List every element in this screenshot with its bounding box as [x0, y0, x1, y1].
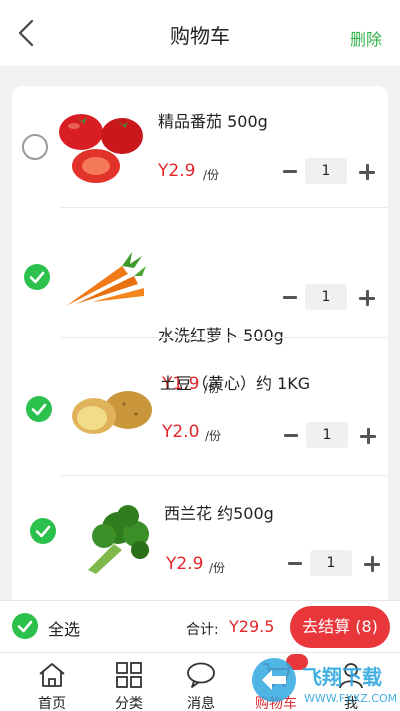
check-icon [35, 525, 51, 538]
cart-item: 精品番茄 500g Y2.9 /份 1 [12, 86, 388, 208]
cart-list: 精品番茄 500g Y2.9 /份 1 水洗红萝卜 500g Y1.9 /份 1 [12, 86, 388, 606]
tab-label: 消息 [187, 696, 215, 711]
checkout-button[interactable]: 去结算 (8) [290, 606, 390, 648]
qty-field[interactable]: 1 [310, 550, 352, 576]
item-name: 精品番茄 500g [158, 112, 268, 131]
check-icon [29, 271, 45, 284]
item-checkbox-checked[interactable] [26, 396, 52, 422]
tomato-image [59, 114, 143, 183]
item-unit: /份 [203, 168, 220, 182]
decrease-qty-button[interactable] [283, 170, 297, 173]
tab-label: 分类 [115, 696, 143, 711]
tab-label: 首页 [38, 696, 66, 711]
cart-item: 西兰花 约500g Y2.9 /份 1 [12, 476, 388, 606]
item-checkbox-checked[interactable] [24, 264, 50, 290]
grid-icon [116, 662, 142, 688]
check-icon [31, 403, 47, 416]
total-amount: Y29.5 [229, 617, 275, 636]
potato-image [72, 391, 152, 434]
total-label: 合计: [186, 622, 219, 638]
item-price: Y2.9 [166, 554, 204, 574]
svg-text:飞翔下载: 飞翔下载 [302, 665, 382, 689]
checkout-bar: 全选 合计: Y29.5 去结算 (8) [0, 600, 400, 652]
chat-icon [187, 662, 215, 688]
qty-field[interactable]: 1 [305, 284, 347, 310]
delete-button[interactable]: 删除 [350, 26, 382, 50]
increase-qty-button[interactable] [364, 556, 380, 572]
decrease-qty-button[interactable] [288, 562, 302, 565]
home-icon [39, 663, 65, 687]
carrot-image [66, 252, 146, 306]
tab-home[interactable]: 首页 [17, 653, 87, 711]
page-title: 购物车 [170, 24, 230, 48]
decrease-qty-button[interactable] [283, 296, 297, 299]
item-checkbox-unchecked[interactable] [22, 134, 48, 160]
tab-category[interactable]: 分类 [94, 653, 164, 711]
increase-qty-button[interactable] [359, 164, 375, 180]
item-price: Y2.9 [158, 161, 196, 181]
decrease-qty-button[interactable] [284, 434, 298, 437]
qty-field[interactable]: 1 [305, 158, 347, 184]
tab-messages[interactable]: 消息 [166, 653, 236, 711]
top-bar: 购物车 删除 [0, 0, 400, 66]
cart-item: 水洗红萝卜 500g Y1.9 /份 1 [12, 208, 388, 395]
item-unit: /份 [209, 561, 226, 575]
item-price: Y2.0 [162, 422, 200, 442]
increase-qty-button[interactable] [360, 428, 376, 444]
cart-item: 土豆（黄心）约 1KG Y2.0 /份 1 [12, 338, 388, 476]
item-unit: /份 [205, 429, 222, 443]
item-name: 土豆（黄心）约 1KG [160, 374, 311, 393]
qty-field[interactable]: 1 [306, 422, 348, 448]
watermark-logo: 飞翔下载 WWW.FXXZ.COM [252, 658, 396, 705]
check-icon [17, 620, 33, 633]
select-all-checkbox[interactable] [12, 613, 38, 639]
item-name: 西兰花 约500g [164, 504, 274, 523]
svg-text:WWW.FXXZ.COM: WWW.FXXZ.COM [304, 692, 396, 705]
select-all-label[interactable]: 全选 [48, 616, 80, 640]
item-checkbox-checked[interactable] [30, 518, 56, 544]
increase-qty-button[interactable] [359, 290, 375, 306]
broccoli-image [88, 505, 149, 574]
